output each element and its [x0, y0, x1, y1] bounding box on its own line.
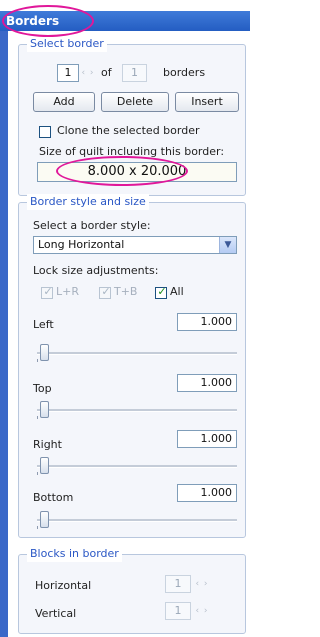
checkmark-icon: ✓ [157, 285, 167, 298]
clone-label: Clone the selected border [57, 124, 200, 137]
top-label: Top [33, 382, 52, 395]
lock-tb-label: T+B [114, 285, 138, 298]
add-button[interactable]: Add [33, 92, 95, 112]
current-border-spin-icon[interactable]: ‹ › [79, 64, 97, 82]
bottom-slider-tick [37, 526, 38, 529]
vertical-label: Vertical [35, 607, 77, 620]
panel-side-stripe [0, 31, 8, 637]
borders-unit-label: borders [163, 66, 206, 79]
lock-lr-label: L+R [56, 285, 79, 298]
style-label: Select a border style: [33, 219, 151, 232]
chevron-down-icon[interactable]: ▼ [219, 237, 236, 253]
border-style-value: Long Horizontal [38, 238, 125, 251]
clone-checkbox[interactable] [39, 126, 51, 138]
size-value-field: 8.000 x 20.000 [37, 162, 237, 182]
horizontal-spin-icon[interactable]: ‹ › [193, 575, 211, 593]
horizontal-label: Horizontal [35, 579, 92, 592]
lock-all-checkbox[interactable]: ✓ [155, 285, 167, 299]
vertical-spin-icon[interactable]: ‹ › [193, 602, 211, 620]
top-slider-thumb[interactable] [40, 401, 49, 418]
right-slider-thumb[interactable] [40, 457, 49, 474]
of-label: of [101, 66, 112, 79]
top-value-field[interactable]: 1.000 [177, 374, 237, 392]
insert-button[interactable]: Insert [175, 92, 239, 112]
blocks-in-border-group: Blocks in border Horizontal 1 ‹ › Vertic… [18, 546, 246, 634]
border-style-group: Border style and size Select a border st… [18, 194, 246, 538]
delete-button[interactable]: Delete [101, 92, 169, 112]
right-slider-tick [37, 472, 38, 475]
bottom-slider-track[interactable] [37, 519, 237, 522]
right-label: Right [33, 438, 62, 451]
top-slider-tick [37, 416, 38, 419]
right-slider-track[interactable] [37, 465, 237, 468]
borders-panel: Borders Select border 1 ‹ › of 1 borders… [0, 0, 250, 637]
select-border-legend: Select border [27, 36, 107, 52]
select-border-group: Select border 1 ‹ › of 1 borders Add Del… [18, 36, 246, 196]
checkmark-icon: ✓ [43, 285, 53, 298]
lock-lr-checkbox[interactable]: ✓ [41, 285, 53, 299]
checkmark-icon: ✓ [101, 285, 111, 298]
left-slider-thumb[interactable] [40, 344, 49, 361]
left-slider-tick [37, 359, 38, 362]
blocks-legend: Blocks in border [27, 546, 122, 562]
horizontal-blocks-field[interactable]: 1 [165, 575, 191, 593]
border-style-select[interactable]: Long Horizontal ▼ [33, 236, 237, 254]
bottom-value-field[interactable]: 1.000 [177, 484, 237, 502]
left-value-field[interactable]: 1.000 [177, 313, 237, 331]
panel-title: Borders [0, 11, 250, 31]
bottom-label: Bottom [33, 491, 74, 504]
lock-label: Lock size adjustments: [33, 264, 159, 277]
border-style-legend: Border style and size [27, 194, 149, 210]
vertical-blocks-field[interactable]: 1 [165, 602, 191, 620]
right-value-field[interactable]: 1.000 [177, 430, 237, 448]
left-label: Left [33, 318, 54, 331]
size-label: Size of quilt including this border: [39, 145, 225, 158]
lock-tb-checkbox[interactable]: ✓ [99, 285, 111, 299]
total-borders-field: 1 [122, 64, 147, 82]
bottom-slider-thumb[interactable] [40, 511, 49, 528]
lock-all-label: All [170, 285, 184, 298]
left-slider-track[interactable] [37, 352, 237, 355]
current-border-field[interactable]: 1 [57, 64, 79, 82]
top-slider-track[interactable] [37, 409, 237, 412]
